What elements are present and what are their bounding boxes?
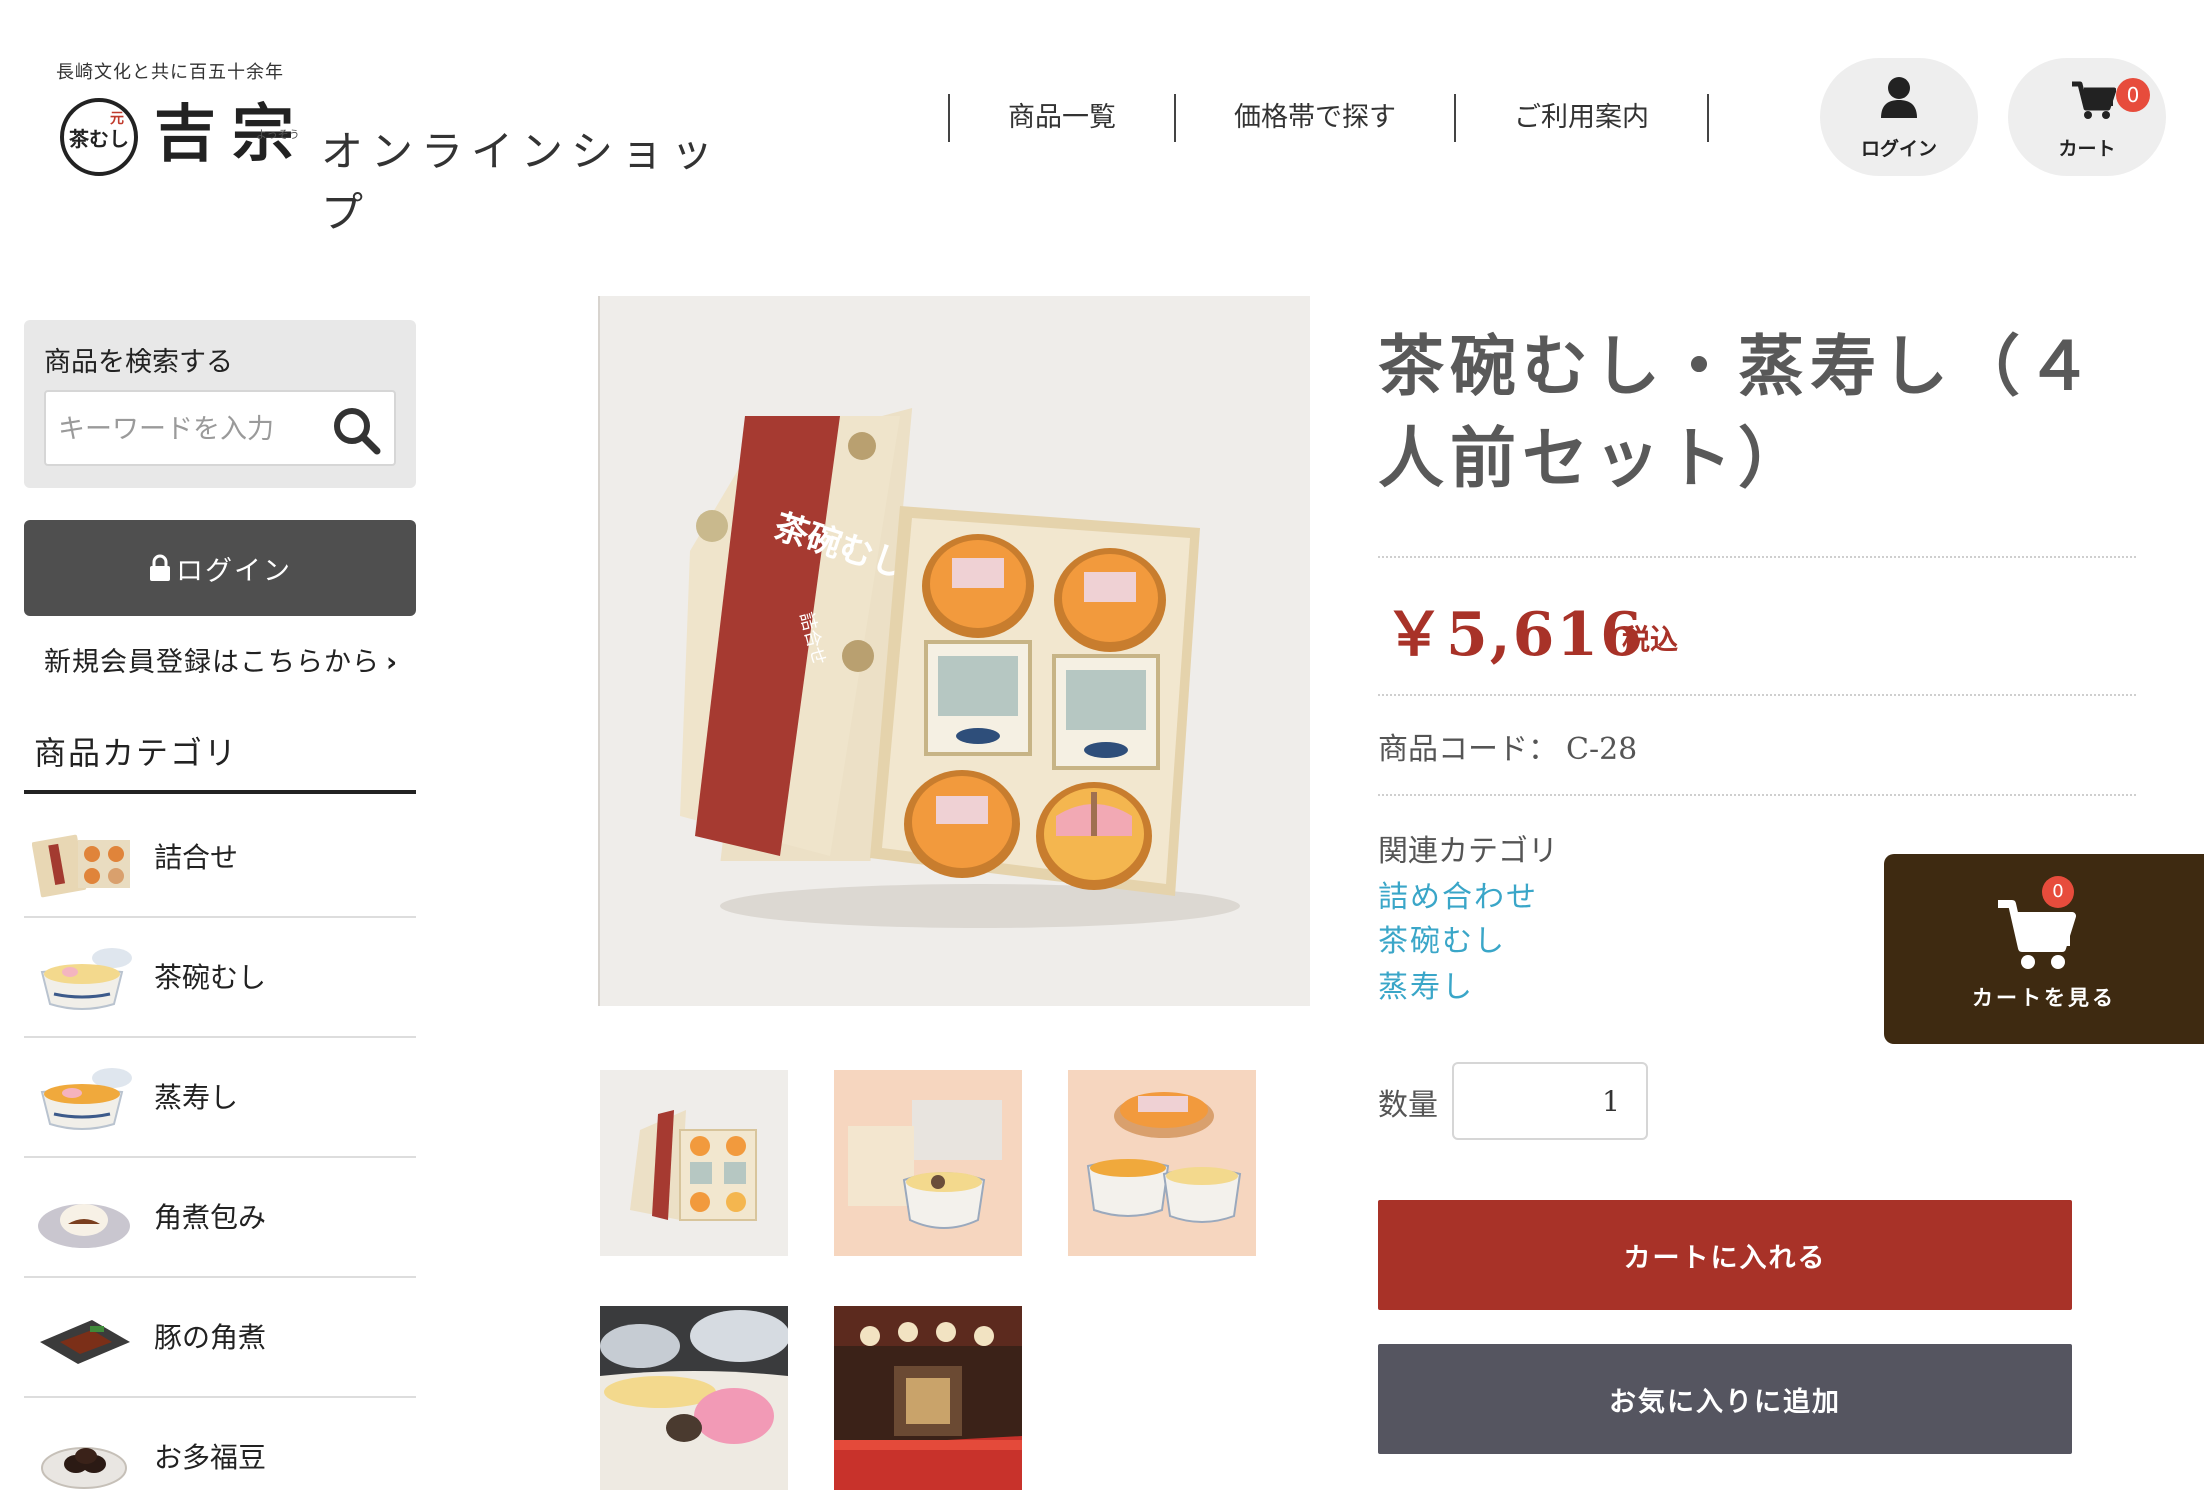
category-item-assortment[interactable]: 詰合せ — [24, 798, 416, 918]
category-label: 詰合せ — [154, 841, 239, 874]
user-icon — [1879, 76, 1919, 124]
related-category-link[interactable]: 蒸寿し — [1378, 962, 1474, 1006]
main-nav: 商品一覧 価格帯で探す ご利用案内 — [948, 94, 1709, 142]
chevron-right-icon: › — [386, 647, 399, 678]
search-title: 商品を検索する — [44, 347, 233, 378]
divider — [1378, 556, 2136, 558]
thumbnail-image — [600, 1306, 790, 1490]
nav-item-guide[interactable]: ご利用案内 — [1454, 94, 1709, 142]
category-thumb-otafuku-mame — [41, 1447, 127, 1489]
category-thumb-chawanmushi — [40, 948, 132, 1010]
category-label: 角煮包み — [154, 1201, 267, 1234]
category-label: お多福豆 — [154, 1441, 267, 1474]
category-label: 茶碗むし — [154, 961, 267, 994]
logo-tagline: 長崎文化と共に百五十余年 — [56, 62, 284, 83]
related-category-link[interactable]: 茶碗むし — [1378, 916, 1506, 960]
thumbnail-image — [834, 1070, 1022, 1256]
category-item-otafuku-mame[interactable]: お多福豆 — [24, 1398, 416, 1490]
product-main-image[interactable]: 茶碗むし蒸寿し 詰合せ — [598, 296, 1310, 1006]
logo-seal: 茶むし 元 — [60, 98, 138, 176]
product-search: 商品を検索する — [24, 320, 416, 488]
category-item-kakuni-tsutsumi[interactable]: 角煮包み — [24, 1158, 416, 1278]
search-input[interactable] — [56, 406, 330, 452]
floating-cart-count: 0 — [2042, 876, 2074, 908]
product-thumbnail[interactable] — [600, 1306, 790, 1490]
sidebar-login-label: ログイン — [176, 555, 292, 587]
header-cart-label: カート — [2058, 138, 2116, 160]
related-category-label: 関連カテゴリ — [1378, 834, 1558, 869]
add-to-cart-button[interactable]: カートに入れる — [1378, 1200, 2072, 1310]
header-cart-count: 0 — [2116, 78, 2150, 112]
related-category-link[interactable]: 詰め合わせ — [1378, 872, 1538, 916]
product-thumbnail[interactable] — [1068, 1070, 1256, 1256]
logo-seal-mark: 元 — [110, 111, 124, 127]
product-price: ￥5,616 — [1384, 600, 1644, 670]
header-login-label: ログイン — [1860, 138, 1937, 160]
product-code-label: 商品コード： — [1378, 732, 1558, 767]
shop-logo[interactable]: 長崎文化と共に百五十余年 茶むし 元 吉宗 よっそう オンラインショップ — [56, 58, 756, 237]
shop-label: オンラインショップ — [321, 127, 722, 237]
product-thumbnail[interactable] — [834, 1070, 1022, 1256]
register-link[interactable]: 新規会員登録はこちらから › — [44, 640, 398, 679]
divider — [1378, 694, 2136, 696]
category-thumb-assortment — [32, 834, 130, 898]
product-thumbnail[interactable] — [600, 1070, 788, 1256]
category-thumb-buta-kakuni — [40, 1320, 130, 1364]
divider — [1378, 794, 2136, 796]
category-thumb-mushizushi — [40, 1068, 132, 1130]
product-photo: 茶碗むし蒸寿し 詰合せ — [680, 408, 1240, 928]
nav-item-price-range[interactable]: 価格帯で探す — [1174, 94, 1454, 142]
floating-cart-button[interactable]: 0 カートを見る — [1884, 854, 2204, 1044]
cart-icon — [2070, 80, 2117, 124]
register-link-label: 新規会員登録はこちらから — [44, 647, 380, 678]
thumbnail-image — [600, 1070, 788, 1256]
product-title: 茶碗むし・蒸寿し（４人前セット） — [1378, 327, 2098, 497]
sidebar-login-button[interactable]: ログイン — [24, 520, 416, 616]
search-icon[interactable] — [332, 406, 382, 460]
lock-icon — [148, 554, 172, 582]
category-label: 蒸寿し — [154, 1081, 239, 1114]
category-item-chawanmushi[interactable]: 茶碗むし — [24, 918, 416, 1038]
brand-reading: よっそう — [256, 128, 300, 141]
header-cart-button[interactable]: 0 カート — [2008, 58, 2166, 176]
product-thumbnail[interactable] — [834, 1306, 1022, 1490]
search-field — [44, 390, 396, 466]
tax-label: 税込 — [1622, 623, 1679, 656]
category-list: 詰合せ 茶碗むし 蒸寿し 角煮包み 豚の角煮 お多福豆 — [24, 798, 416, 1490]
category-label: 豚の角煮 — [154, 1321, 267, 1354]
nav-item-products[interactable]: 商品一覧 — [948, 94, 1174, 142]
cart-icon — [1996, 898, 2076, 976]
thumbnail-image — [834, 1306, 1022, 1490]
add-to-favorites-button[interactable]: お気に入りに追加 — [1378, 1344, 2072, 1454]
thumbnail-image — [1068, 1070, 1256, 1256]
category-item-mushizushi[interactable]: 蒸寿し — [24, 1038, 416, 1158]
category-thumb-kakuni-tsutsumi — [38, 1204, 130, 1248]
category-item-buta-kakuni[interactable]: 豚の角煮 — [24, 1278, 416, 1398]
category-heading-label: 商品カテゴリ — [34, 734, 239, 772]
header-login-button[interactable]: ログイン — [1820, 58, 1978, 176]
product-code-value: C-28 — [1566, 732, 1638, 767]
product-code: 商品コード： C-28 — [1378, 724, 1637, 768]
quantity-input[interactable] — [1452, 1062, 1648, 1140]
quantity-label: 数量 — [1378, 1088, 1438, 1123]
category-heading: 商品カテゴリ — [24, 722, 416, 794]
page: 長崎文化と共に百五十余年 茶むし 元 吉宗 よっそう オンラインショップ 商品一… — [0, 0, 2204, 1490]
floating-cart-label: カートを見る — [1972, 986, 2116, 1010]
